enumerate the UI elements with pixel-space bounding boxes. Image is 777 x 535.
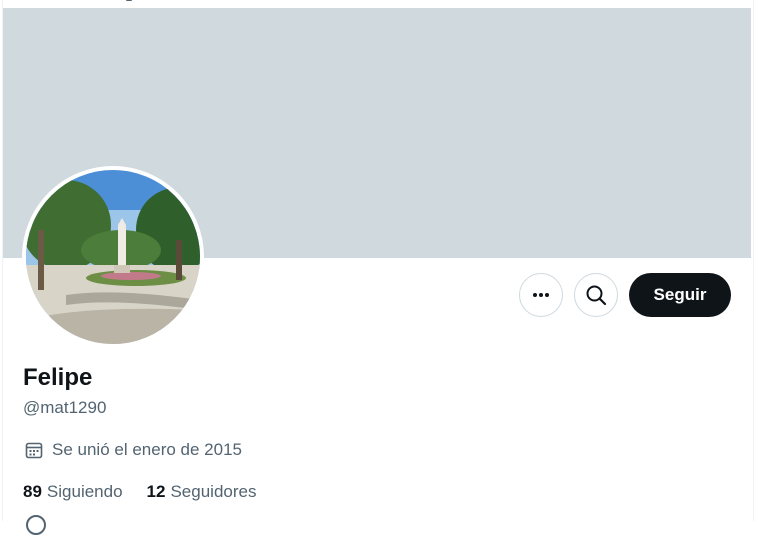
partial-icon xyxy=(26,515,46,535)
following-count: 89 xyxy=(23,482,42,501)
followers-link[interactable]: 12 Seguidores xyxy=(147,482,257,502)
followers-count: 12 xyxy=(146,482,166,501)
follow-button-label: Seguir xyxy=(653,285,707,304)
joined-text: Se unió el enero de 2015 xyxy=(52,440,242,459)
more-button[interactable] xyxy=(519,273,563,317)
more-horizontal-icon xyxy=(533,293,549,297)
top-edge-fragment xyxy=(126,0,132,1)
search-button[interactable] xyxy=(574,273,618,317)
follow-button[interactable]: Seguir xyxy=(629,273,731,317)
following-label: Siguiendo xyxy=(46,482,123,501)
avatar[interactable] xyxy=(22,166,204,348)
followers-label: Seguidores xyxy=(170,482,257,501)
avatar-photo xyxy=(26,170,200,344)
joined-date: Se unió el enero de 2015 xyxy=(24,440,242,460)
profile-handle: @mat1290 xyxy=(23,398,107,417)
calendar-icon xyxy=(25,442,43,459)
search-icon xyxy=(586,285,607,306)
following-link[interactable]: 89 Siguiendo xyxy=(23,482,123,502)
profile-name: Felipe xyxy=(23,364,93,391)
profile-stats: 89 Siguiendo 12 Seguidores xyxy=(23,482,256,502)
